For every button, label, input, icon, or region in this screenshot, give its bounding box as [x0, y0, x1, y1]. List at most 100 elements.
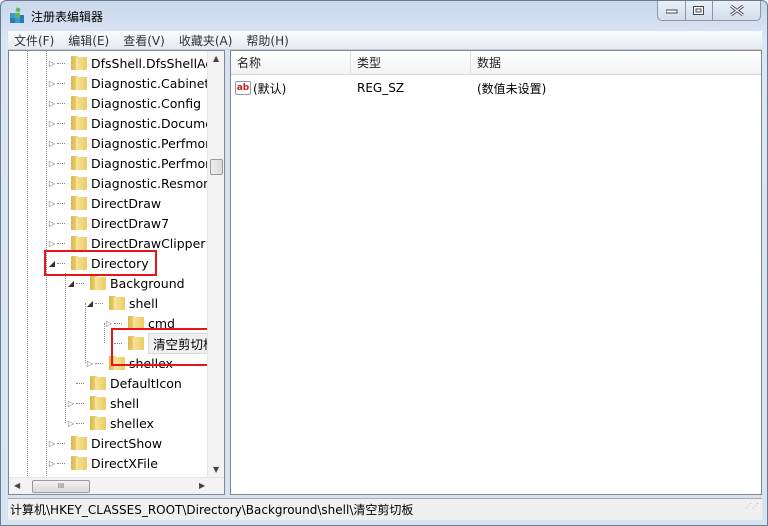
- tree-node-label: Diagnostic.Cabinet: [91, 75, 210, 91]
- tree-connector: [57, 142, 65, 144]
- tree-node-label: DirectDraw: [91, 195, 162, 211]
- title-bar[interactable]: 注册表编辑器: [1, 1, 767, 31]
- expand-arrow-icon[interactable]: ▷: [47, 138, 57, 148]
- tree-connector: [57, 442, 65, 444]
- expand-arrow-icon[interactable]: ▷: [47, 158, 57, 168]
- tree-node[interactable]: ▷ Diagnostic.Resmon.C: [47, 173, 224, 193]
- expand-arrow-icon[interactable]: ▷: [47, 98, 57, 108]
- tree-node[interactable]: ▷ DfsShell.DfsShellAdm: [47, 53, 225, 73]
- tree-connector: [57, 222, 65, 224]
- expand-arrow-icon[interactable]: ▷: [47, 78, 57, 88]
- tree-node-label: DirectDrawClipper: [91, 235, 206, 251]
- tree-connector: [76, 402, 84, 404]
- tree-node[interactable]: ▷ Diagnostic.Perfmon.D: [47, 153, 225, 173]
- tree-node[interactable]: ▷ Diagnostic.Document: [47, 113, 224, 133]
- tree-node-label: DirectDraw7: [91, 215, 170, 231]
- folder-icon: [71, 456, 87, 470]
- folder-icon: [71, 76, 87, 90]
- column-type[interactable]: 类型: [351, 51, 471, 75]
- tree-node[interactable]: ▷ DirectDraw: [47, 193, 161, 213]
- tree-node-label: shell: [110, 395, 140, 411]
- folder-icon: [90, 276, 106, 290]
- expand-arrow-icon[interactable]: ▷: [47, 178, 57, 188]
- tree-node[interactable]: ▷ DirectShow: [47, 433, 162, 453]
- tree-node[interactable]: DefaultIcon: [66, 373, 182, 393]
- menu-help[interactable]: 帮助(H): [246, 32, 288, 49]
- tree-connector: [57, 82, 65, 84]
- tree-node[interactable]: ▷ DirectDraw7: [47, 213, 169, 233]
- tree-connector: [76, 422, 84, 424]
- tree-vertical-scrollbar[interactable]: ▲ ▼: [207, 51, 224, 478]
- window-title: 注册表编辑器: [31, 10, 104, 24]
- menu-favorites[interactable]: 收藏夹(A): [179, 32, 233, 49]
- menu-view[interactable]: 查看(V): [123, 32, 165, 49]
- expand-arrow-icon[interactable]: ▷: [47, 218, 57, 228]
- folder-icon: [71, 56, 87, 70]
- registry-tree[interactable]: ▷ DfsShell.DfsShellAdm ▷ Diagnostic.Cabinet…: [8, 50, 225, 495]
- tree-connector: [95, 362, 103, 364]
- folder-icon: [71, 96, 87, 110]
- status-bar: 计算机\HKEY_CLASSES_ROOT\Directory\Backgrou…: [8, 498, 762, 520]
- tree-node[interactable]: ▷ Diagnostic.Cabinet: [47, 73, 209, 93]
- collapse-arrow-icon[interactable]: ◢: [66, 278, 76, 288]
- tree-node-label: Diagnostic.Perfmon.D: [91, 155, 225, 171]
- expand-arrow-icon[interactable]: ▷: [47, 198, 57, 208]
- menu-edit[interactable]: 编辑(E): [68, 32, 109, 49]
- tree-node-label: Diagnostic.Resmon.C: [91, 175, 224, 191]
- tree-node[interactable]: ▷ Diagnostic.Perfmon.C: [47, 133, 224, 153]
- tree-connector: [57, 462, 65, 464]
- tree-node[interactable]: ▷ shell: [66, 393, 139, 413]
- tree-node[interactable]: ▷ Diagnostic.Config: [47, 93, 201, 113]
- tree-connector: [57, 102, 65, 104]
- tree-connector: [57, 182, 65, 184]
- tree-node[interactable]: ◢ Background: [66, 273, 185, 293]
- collapse-arrow-icon[interactable]: ◢: [85, 298, 95, 308]
- tree-node-label: DfsShell.DfsShellAdm: [91, 55, 225, 71]
- tree-node[interactable]: ▷ DirectXFile: [47, 453, 158, 473]
- folder-icon: [90, 416, 106, 430]
- tree-node-label: shell: [129, 295, 159, 311]
- tree-connector: [76, 382, 84, 384]
- minimize-button[interactable]: [658, 1, 686, 20]
- vertical-scroll-thumb[interactable]: [210, 159, 223, 175]
- resize-grip-icon[interactable]: ⋰⋰: [745, 495, 759, 517]
- tree-node[interactable]: ▷ shellex: [66, 413, 154, 433]
- expand-arrow-icon[interactable]: ▷: [47, 118, 57, 128]
- scroll-up-icon[interactable]: ▲: [213, 54, 219, 63]
- tree-connector: [114, 322, 122, 324]
- expand-arrow-icon[interactable]: ▷: [85, 358, 95, 368]
- expand-arrow-icon[interactable]: ▷: [66, 418, 76, 428]
- value-row[interactable]: ab (默认) REG_SZ (数值未设置): [231, 78, 546, 98]
- expand-arrow-icon[interactable]: ▷: [104, 318, 114, 328]
- value-type: REG_SZ: [357, 81, 405, 95]
- menu-file[interactable]: 文件(F): [14, 32, 54, 49]
- column-name[interactable]: 名称: [231, 51, 351, 75]
- expand-arrow-icon[interactable]: ▷: [47, 238, 57, 248]
- close-button[interactable]: [713, 1, 760, 20]
- horizontal-scroll-thumb[interactable]: III: [32, 480, 90, 493]
- values-list[interactable]: 名称 类型 数据 ab (默认) REG_SZ (数值未设置): [230, 50, 762, 495]
- tree-horizontal-scrollbar[interactable]: ◀ III ▶: [9, 477, 224, 494]
- folder-icon: [109, 296, 125, 310]
- tree-guide-line: [27, 51, 28, 478]
- tree-node-label: DefaultIcon: [110, 375, 182, 391]
- highlight-box-selected-key: [111, 328, 220, 366]
- tree-node[interactable]: ◢ shell: [85, 293, 158, 313]
- expand-arrow-icon[interactable]: ▷: [47, 458, 57, 468]
- maximize-button[interactable]: [686, 1, 713, 20]
- expand-arrow-icon[interactable]: ▷: [66, 398, 76, 408]
- folder-icon: [71, 156, 87, 170]
- scroll-left-icon[interactable]: ◀: [14, 481, 20, 490]
- folder-icon: [71, 136, 87, 150]
- regedit-app-icon: [10, 7, 24, 23]
- scroll-right-icon[interactable]: ▶: [199, 481, 205, 490]
- expand-arrow-icon[interactable]: ▷: [47, 438, 57, 448]
- folder-icon: [71, 216, 87, 230]
- scroll-down-icon[interactable]: ▼: [213, 465, 219, 474]
- tree-node-label: shellex: [110, 415, 154, 431]
- current-key-path: 计算机\HKEY_CLASSES_ROOT\Directory\Backgrou…: [10, 503, 414, 517]
- close-icon: [729, 5, 744, 16]
- column-data[interactable]: 数据: [471, 51, 761, 75]
- expand-arrow-icon[interactable]: ▷: [47, 58, 57, 68]
